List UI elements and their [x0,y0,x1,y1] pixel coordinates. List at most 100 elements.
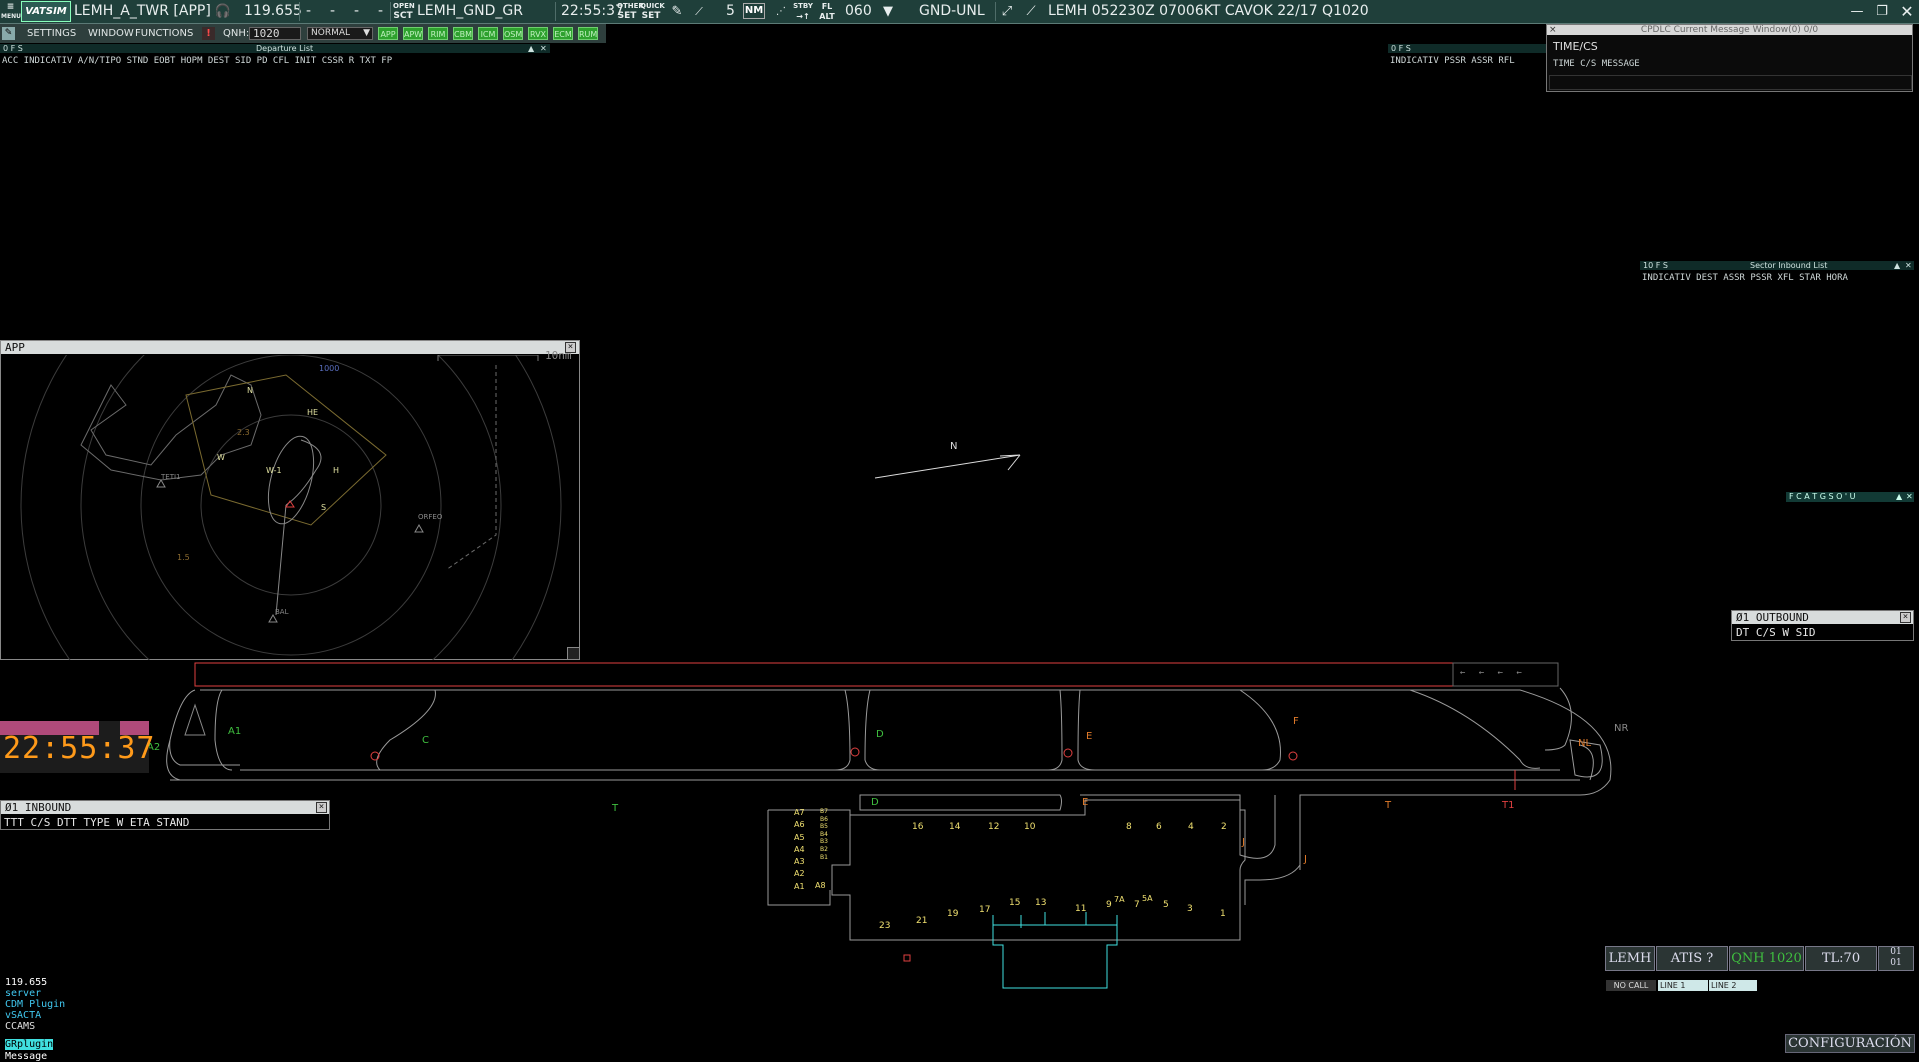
stand-b4[interactable]: B4 [820,831,828,839]
stand-a8[interactable]: A8 [815,881,826,890]
stand-7a[interactable]: 7A [1114,895,1125,904]
other-set-button[interactable]: OTHER SET [617,1,644,22]
stand-a5[interactable]: A5 [794,832,805,844]
stand-a7[interactable]: A7 [794,807,805,819]
qnh-input[interactable]: 1020 [249,27,301,40]
close-icon[interactable]: ✕ [540,44,547,53]
filter-icon[interactable]: ▼ [875,2,901,21]
arrival-mini-list-header[interactable]: 0 F S [1388,44,1548,53]
stand-a6[interactable]: A6 [794,819,805,831]
configuration-button[interactable]: CONFIGURACIÓN [1785,1034,1915,1053]
rvx-toggle[interactable]: RVX [528,27,548,40]
line-2-button[interactable]: LINE 2 [1709,980,1757,991]
message-server[interactable]: server [5,988,65,999]
app-radar-display[interactable] [1,355,579,660]
stand-10[interactable]: 10 [1024,822,1035,832]
quick-set-button[interactable]: QUICK SET [640,1,665,22]
cbm-toggle[interactable]: CBM [453,27,473,40]
status-atis[interactable]: ATIS ? [1656,946,1728,971]
window-menu[interactable]: WINDOW [88,24,134,43]
stand-b7[interactable]: B7 [820,808,828,816]
runway-icon[interactable]: ⟋ [1022,2,1040,21]
cpdlc-message-area[interactable] [1549,75,1912,90]
rum-toggle[interactable]: RUM [578,27,598,40]
stand-12[interactable]: 12 [988,822,999,832]
apw-toggle[interactable]: APW [403,27,423,40]
stand-a2[interactable]: A2 [794,868,805,880]
mode-select[interactable]: NORMAL ▼ [307,27,373,40]
stby-button[interactable]: STBY →↑ [792,1,814,22]
stand-15[interactable]: 15 [1009,898,1020,908]
message-vsacta[interactable]: vSACTA [5,1010,65,1021]
message-grplugin[interactable]: GRplugin [5,1039,54,1050]
wrench-icon[interactable]: ✎ [2,27,15,40]
cpdlc-title-bar[interactable]: × CPDLC Current Message Window(0) 0/0 [1547,25,1912,35]
ecm-toggle[interactable]: ECM [553,27,573,40]
no-call-indicator[interactable]: NO CALL [1606,980,1656,991]
stand-a1[interactable]: A1 [794,881,805,893]
stand-2[interactable]: 2 [1221,822,1227,832]
expand-icon[interactable]: ▲ [1894,261,1900,270]
dotted-line-icon[interactable]: ⋰ [770,2,792,21]
cpdlc-close-icon[interactable]: × [1549,25,1557,35]
pen-icon[interactable]: ✎ [666,2,688,21]
primary-frequency[interactable]: 119.655 [244,0,302,23]
expand-icon[interactable]: ▲ [1896,492,1902,502]
departure-list-header[interactable]: 0 F S Departure List ▲ ✕ [0,44,550,53]
frequency-slot-1[interactable]: - [306,0,311,23]
close-icon[interactable]: ✕ [1906,492,1913,502]
minimize-icon[interactable]: — [1848,2,1866,21]
stand-6[interactable]: 6 [1156,822,1162,832]
sector-inbound-flags[interactable]: 10 F S [1643,261,1668,270]
stand-8[interactable]: 8 [1126,822,1132,832]
stand-b1[interactable]: B1 [820,854,828,862]
stand-19[interactable]: 19 [947,909,958,919]
stand-13[interactable]: 13 [1035,898,1046,908]
link-icon[interactable]: ⤢ [997,2,1017,21]
stand-17[interactable]: 17 [979,905,990,915]
stand-b5[interactable]: B5 [820,823,828,831]
menu-button[interactable]: ≡ MENU [1,1,21,22]
close-icon[interactable]: × [1900,612,1911,623]
stand-14[interactable]: 14 [949,822,960,832]
osm-toggle[interactable]: OSM [503,27,523,40]
frequency-slot-3[interactable]: - [354,0,359,23]
stand-b2[interactable]: B2 [820,846,828,854]
stand-4[interactable]: 4 [1188,822,1194,832]
range-value[interactable]: 5 [726,0,735,23]
line-1-button[interactable]: LINE 1 [1658,980,1708,991]
arrival-mini-list-flags[interactable]: 0 F S [1391,44,1411,53]
stand-16[interactable]: 16 [912,822,923,832]
headset-icon[interactable]: 🎧 [213,2,233,21]
callsign-label[interactable]: LEMH_A_TWR [APP] [74,0,211,23]
open-sct-button[interactable]: OPEN SCT [393,1,415,22]
status-qnh[interactable]: QNH 1020 [1729,946,1804,971]
stand-5a[interactable]: 5A [1142,894,1153,903]
frequency-slot-2[interactable]: - [330,0,335,23]
settings-menu[interactable]: SETTINGS [27,24,76,43]
stand-3[interactable]: 3 [1187,904,1193,914]
vatsim-logo[interactable]: VATSIM [21,1,71,22]
stand-a3[interactable]: A3 [794,856,805,868]
ground-station-label[interactable]: LEMH_GND_GR [417,0,523,23]
stand-11[interactable]: 11 [1075,904,1086,914]
close-icon[interactable]: × [316,802,327,813]
stand-7[interactable]: 7 [1134,900,1140,910]
close-icon[interactable]: ✕ [1897,2,1917,21]
stand-1[interactable]: 1 [1220,909,1226,919]
gnd-unl-label[interactable]: GND-UNL [919,0,985,23]
inbound-title-bar[interactable]: Ø1 INBOUND × [1,801,329,814]
functions-menu[interactable]: FUNCTIONS [135,24,193,43]
outbound-title-bar[interactable]: Ø1 OUTBOUND × [1732,611,1913,624]
message-cdm-plugin[interactable]: CDM Plugin [5,999,65,1010]
close-icon[interactable]: ✕ [1905,261,1912,270]
fl-alt-button[interactable]: FL ALT [817,1,837,22]
stand-a4[interactable]: A4 [794,844,805,856]
alert-icon[interactable]: ! [202,27,215,40]
stand-23[interactable]: 23 [879,921,890,931]
app-toggle[interactable]: APP [378,27,398,40]
nm-button[interactable]: NM [743,3,765,19]
departure-list-flags[interactable]: 0 F S [3,44,23,53]
expand-icon[interactable]: ▲ [528,44,534,53]
stand-21[interactable]: 21 [916,916,927,926]
